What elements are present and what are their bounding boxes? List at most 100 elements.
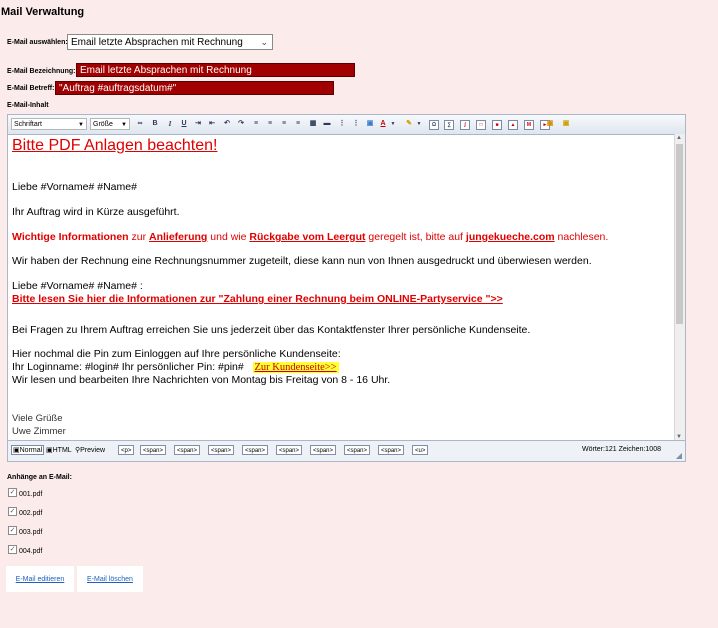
info-part-a: Wichtige Informationen: [12, 231, 129, 243]
tag-span[interactable]: <span>: [208, 445, 235, 455]
mode-normal[interactable]: ▣Normal: [11, 445, 45, 455]
font-dropdown-label: Schriftart: [14, 121, 43, 128]
attachment-checkbox[interactable]: ✓: [8, 488, 17, 497]
rich-text-editor[interactable]: Schriftart ▼ Größe ▼ ∞ B I U ⇥ ⇤ ↶ ↷ ≡ ≡ ≡…: [7, 114, 686, 462]
content-line1: Ihr Auftrag wird in Kürze ausgeführt.: [12, 206, 180, 218]
italic-button[interactable]: I: [165, 119, 175, 129]
clipboard-icon[interactable]: ▣: [561, 119, 571, 129]
mode-preview-label: Preview: [80, 447, 106, 454]
content-line3: Bei Fragen zu Ihrem Auftrag erreichen Si…: [12, 324, 531, 336]
special-char-icon[interactable]: Ω: [429, 120, 439, 130]
attachment-checkbox[interactable]: ✓: [8, 507, 17, 516]
select-mail-label: E-Mail auswählen:: [7, 39, 68, 46]
content-line4: Hier nochmal die Pin zum Einloggen auf I…: [12, 348, 341, 360]
content-info-line: Wichtige Informationen zur Anlieferung u…: [12, 231, 608, 243]
betreff-label: E-Mail Betreff:: [7, 85, 55, 92]
signature-greeting: Viele Grüße: [12, 413, 63, 424]
resize-handle-icon[interactable]: ◢: [676, 451, 682, 460]
info-part-f: geregelt ist, bitte auf: [365, 231, 466, 243]
attachment-name: 002.pdf: [19, 510, 43, 517]
size-dropdown-label: Größe: [93, 121, 113, 128]
editor-scrollbar[interactable]: ▲ ▼: [674, 134, 685, 441]
editor-toolbar: Schriftart ▼ Größe ▼ ∞ B I U ⇥ ⇤ ↶ ↷ ≡ ≡ ≡…: [8, 115, 685, 135]
mode-normal-label: Normal: [19, 447, 43, 454]
info-link-leergut[interactable]: Rückgabe vom Leergut: [249, 231, 365, 243]
tag-span[interactable]: <span>: [276, 445, 303, 455]
content-greeting: Liebe #Vorname# #Name#: [12, 181, 137, 193]
mail-select-value: Email letzte Absprachen mit Rechnung: [71, 37, 243, 48]
table-icon[interactable]: ▦: [308, 119, 318, 129]
content-heading: Bitte PDF Anlagen beachten!: [12, 137, 218, 154]
insert-time-icon[interactable]: ■: [492, 120, 502, 130]
login-pin-text: Ihr Loginname: #login# Ihr persönlicher …: [12, 361, 244, 373]
signature-name: Uwe Zimmer: [12, 426, 66, 437]
align-left-icon[interactable]: ≡: [251, 119, 261, 129]
insert-tag-icon[interactable]: ▲: [508, 120, 518, 130]
scroll-up-icon[interactable]: ▲: [676, 135, 682, 141]
tag-span[interactable]: <span>: [378, 445, 405, 455]
chevron-down-icon[interactable]: ▼: [414, 119, 424, 129]
align-center-icon[interactable]: ≡: [265, 119, 275, 129]
underline-button[interactable]: U: [179, 119, 189, 129]
attachment-name: 001.pdf: [19, 491, 43, 498]
outdent-icon[interactable]: ⇤: [207, 119, 217, 129]
chevron-down-icon: ▼: [121, 122, 127, 128]
undo-icon[interactable]: ↶: [222, 119, 232, 129]
scrollbar-thumb[interactable]: [676, 144, 683, 324]
payment-info-link[interactable]: Bitte lesen Sie hier die Informationen z…: [12, 293, 503, 305]
highlight-icon[interactable]: ✎: [404, 119, 414, 129]
insert-field-icon[interactable]: ∫: [460, 120, 470, 130]
content-line5: Ihr Loginname: #login# Ihr persönlicher …: [12, 361, 339, 373]
image-icon[interactable]: ▣: [365, 119, 375, 129]
attachment-name: 004.pdf: [19, 548, 43, 555]
symbol-icon[interactable]: ∑: [444, 120, 454, 130]
folder-icon[interactable]: ▣: [545, 119, 555, 129]
edit-mail-button[interactable]: E-Mail editieren: [6, 566, 74, 592]
tag-u[interactable]: <u>: [412, 445, 429, 455]
align-right-icon[interactable]: ≡: [279, 119, 289, 129]
content-greeting2: Liebe #Vorname# #Name# :: [12, 280, 143, 292]
info-part-d: und wie: [207, 231, 250, 243]
ordered-list-icon[interactable]: ⋮: [337, 119, 347, 129]
chevron-down-icon: ▼: [78, 122, 84, 128]
info-link-website[interactable]: jungekueche.com: [466, 231, 555, 243]
tag-span[interactable]: <span>: [140, 445, 167, 455]
editor-content[interactable]: Bitte PDF Anlagen beachten! Liebe #Vorna…: [8, 134, 680, 441]
delete-mail-button[interactable]: E-Mail löschen: [77, 566, 143, 592]
redo-icon[interactable]: ↷: [236, 119, 246, 129]
tag-span[interactable]: <span>: [242, 445, 269, 455]
page-title: Mail Verwaltung: [1, 6, 85, 18]
info-link-anlieferung[interactable]: Anlieferung: [149, 231, 207, 243]
attachment-checkbox[interactable]: ✓: [8, 526, 17, 535]
insert-date-icon[interactable]: □: [476, 120, 486, 130]
link-icon[interactable]: ∞: [135, 119, 145, 129]
content-line6: Wir lesen und bearbeiten Ihre Nachrichte…: [12, 374, 391, 386]
font-color-icon[interactable]: A: [378, 119, 388, 129]
tag-span[interactable]: <span>: [174, 445, 201, 455]
horizontal-rule-icon[interactable]: ▬: [322, 119, 332, 129]
editor-bottombar: ▣Normal ▣HTML ⚲Preview <p> <span> <span>…: [8, 440, 685, 461]
bezeichnung-field[interactable]: Email letzte Absprachen mit Rechnung: [76, 63, 355, 77]
chevron-down-icon[interactable]: ▼: [388, 119, 398, 129]
mail-select[interactable]: Email letzte Absprachen mit Rechnung ⌄: [67, 34, 273, 50]
mail-icon[interactable]: M: [524, 120, 534, 130]
attachments-label: Anhänge an E-Mail:: [7, 474, 72, 481]
font-dropdown[interactable]: Schriftart ▼: [11, 118, 87, 130]
mode-preview[interactable]: ⚲Preview: [75, 446, 105, 454]
indent-icon[interactable]: ⇥: [193, 119, 203, 129]
attachment-checkbox[interactable]: ✓: [8, 545, 17, 554]
tag-p[interactable]: <p>: [118, 445, 135, 455]
bullet-list-icon[interactable]: ⋮: [351, 119, 361, 129]
word-char-counter: Wörter:121 Zeichen:1008: [582, 446, 661, 453]
size-dropdown[interactable]: Größe ▼: [90, 118, 130, 130]
tag-span[interactable]: <span>: [310, 445, 337, 455]
tag-span[interactable]: <span>: [344, 445, 371, 455]
mode-html[interactable]: ▣HTML: [46, 446, 72, 454]
info-part-b: zur: [128, 231, 149, 243]
bold-button[interactable]: B: [150, 119, 160, 129]
bezeichnung-label: E-Mail Bezeichnung:: [7, 68, 76, 75]
kundenseite-link[interactable]: Zur Kundenseite>>: [252, 362, 339, 373]
betreff-field[interactable]: "Auftrag #auftragsdatum#": [55, 81, 334, 95]
chevron-down-icon: ⌄: [260, 37, 268, 47]
align-justify-icon[interactable]: ≡: [293, 119, 303, 129]
